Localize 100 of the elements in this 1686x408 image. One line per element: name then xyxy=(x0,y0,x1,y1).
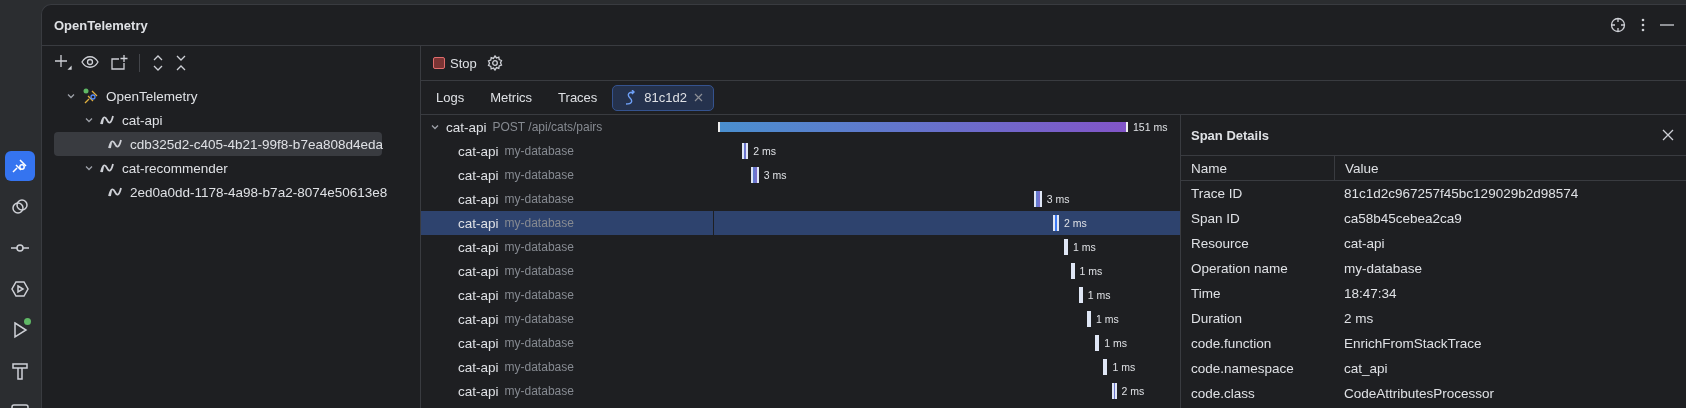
window-title: OpenTelemetry xyxy=(54,17,148,33)
duration-label: 3 ms xyxy=(763,169,787,181)
table-cell-text: code.function xyxy=(1190,336,1273,351)
service-name: cat-api xyxy=(458,359,499,375)
more-icon[interactable] xyxy=(1640,17,1646,33)
close-icon[interactable] xyxy=(1662,129,1674,141)
operation-name: my-database xyxy=(504,168,574,182)
settings-icon[interactable] xyxy=(486,55,503,71)
column-header: Name xyxy=(1181,156,1335,180)
telemetry-icon xyxy=(82,87,100,105)
service-name: cat-api xyxy=(458,191,499,207)
table-cell-text: cat-api xyxy=(1343,236,1385,251)
tab[interactable]: Logs xyxy=(425,84,476,111)
table-cell-text: CodeAttributesProcessor xyxy=(1343,386,1495,401)
duration-label: 1 ms xyxy=(1087,289,1111,301)
tab[interactable]: 81c1d2 xyxy=(612,84,714,111)
duration-label: 1 ms xyxy=(1079,265,1103,277)
operation-name: my-database xyxy=(504,192,574,206)
operation-name: POST /api/cats/pairs xyxy=(492,120,603,134)
table-cell-text: ca58b45cebea2ca9 xyxy=(1343,211,1462,226)
table-cell-text: 2 ms xyxy=(1343,311,1374,326)
table-cell-text: Time xyxy=(1190,286,1222,301)
expand-all-icon[interactable] xyxy=(151,54,165,72)
tree-item[interactable]: cat-api xyxy=(122,112,163,128)
service-name: cat-api xyxy=(458,335,499,351)
span-bar xyxy=(1052,215,1059,231)
chevron-icon[interactable] xyxy=(84,115,94,125)
span-bar xyxy=(1033,191,1042,207)
minimize-icon[interactable] xyxy=(1660,23,1674,27)
table-cell-text: Operation name xyxy=(1190,261,1289,276)
service-name: cat-api xyxy=(458,287,499,303)
duration-label: 2 ms xyxy=(753,145,776,157)
panel-title: Span Details xyxy=(1191,127,1270,143)
wave-icon xyxy=(108,138,124,150)
table-cell-text: EnrichFromStackTrace xyxy=(1343,336,1482,351)
new-tab-icon[interactable] xyxy=(110,54,128,72)
service-name: cat-api xyxy=(458,383,499,399)
service-name: cat-api xyxy=(458,263,499,279)
service-name: cat-api xyxy=(458,167,499,183)
column-header: Value xyxy=(1344,160,1379,176)
service-name: cat-api xyxy=(458,239,499,255)
duration-label: 1 ms xyxy=(1096,313,1119,325)
duration-label: 1 ms xyxy=(1104,337,1127,349)
table-cell-text: code.namespace xyxy=(1190,361,1295,376)
tab[interactable]: Traces xyxy=(547,84,609,111)
operation-name: my-database xyxy=(504,384,574,398)
span-bar xyxy=(1078,287,1083,303)
tab[interactable]: Metrics xyxy=(479,84,544,111)
service-name: cat-api xyxy=(446,119,487,135)
duration-label: 2 ms xyxy=(1063,217,1087,229)
span-bar xyxy=(1087,311,1091,327)
tree-item[interactable]: cat-recommender xyxy=(122,160,228,176)
tree-item[interactable]: 2ed0a0dd-1178-4a98-b7a2-8074e50613e8 xyxy=(130,184,388,200)
service-name: cat-api xyxy=(458,311,499,327)
span-bar xyxy=(1103,359,1108,375)
duration-label: 151 ms xyxy=(1133,121,1168,133)
table-cell-text: Trace ID xyxy=(1190,186,1244,201)
operation-name: my-database xyxy=(504,288,574,302)
span-bar xyxy=(742,143,749,159)
table-cell-text: Resource xyxy=(1190,236,1250,251)
tree-item[interactable]: OpenTelemetry xyxy=(106,88,198,104)
hexagon-play-icon xyxy=(10,279,30,299)
operation-name: my-database xyxy=(504,216,574,230)
duration-label: 1 ms xyxy=(1112,361,1136,373)
duration-label: 1 ms xyxy=(1073,241,1096,253)
span-bar xyxy=(1111,383,1117,399)
duration-label: 3 ms xyxy=(1046,193,1070,205)
span-bar xyxy=(1070,263,1075,279)
hammer-icon xyxy=(10,361,30,381)
tool-window-button[interactable] xyxy=(5,151,35,181)
operation-name: my-database xyxy=(504,312,574,326)
table-cell-text: code.class xyxy=(1190,386,1256,401)
wave-icon xyxy=(100,114,116,126)
operation-name: my-database xyxy=(504,264,574,278)
span-bar xyxy=(1095,335,1100,351)
add-icon[interactable] xyxy=(54,54,72,72)
wave-icon xyxy=(100,162,116,174)
table-cell-text: Span ID xyxy=(1190,211,1241,226)
chevron-icon[interactable] xyxy=(66,91,76,101)
operation-name: my-database xyxy=(504,336,574,350)
table-cell-text: 81c1d2c967257f45bc129029b2d98574 xyxy=(1343,186,1579,201)
operation-name: my-database xyxy=(504,360,574,374)
table-cell-text: 18:47:34 xyxy=(1343,286,1397,301)
table-cell-text: Duration xyxy=(1190,311,1244,326)
crosshair-icon[interactable] xyxy=(1610,17,1626,33)
operation-name: my-database xyxy=(504,240,574,254)
service-name: cat-api xyxy=(458,215,499,231)
service-name: cat-api xyxy=(458,143,499,159)
table-cell-text: cat_api xyxy=(1343,361,1388,376)
span-bar xyxy=(1064,239,1069,255)
services-icon xyxy=(10,197,30,217)
wave-icon xyxy=(108,186,124,198)
chevron-icon[interactable] xyxy=(84,163,94,173)
duration-label: 2 ms xyxy=(1121,385,1145,397)
chevron-icon[interactable] xyxy=(430,122,440,132)
table-cell-text: my-database xyxy=(1343,261,1423,276)
collapse-all-icon[interactable] xyxy=(174,54,188,72)
stop-button[interactable]: Stop xyxy=(433,55,477,71)
span-bar xyxy=(750,167,759,183)
operation-name: my-database xyxy=(504,144,574,158)
